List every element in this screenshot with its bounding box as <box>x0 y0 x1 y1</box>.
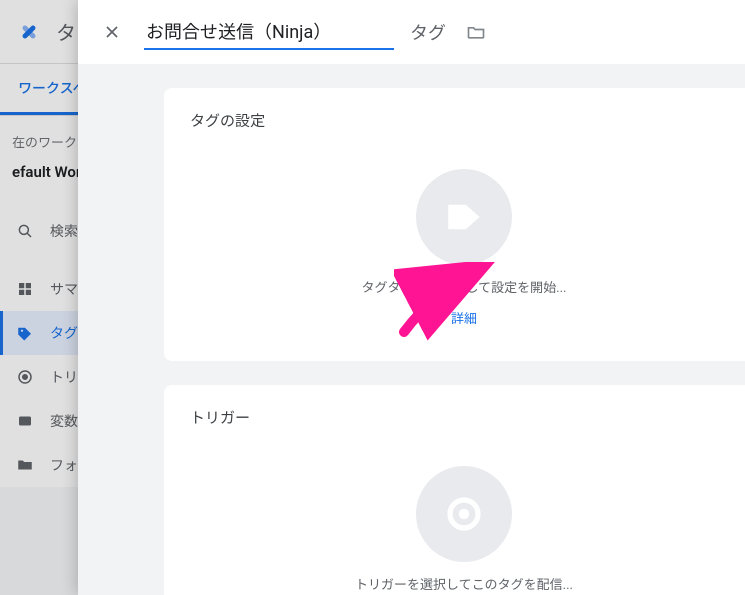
folder-outline-icon <box>466 22 486 42</box>
trigger-placeholder-circle <box>416 466 512 562</box>
variable-icon <box>16 412 34 430</box>
folder-select-button[interactable] <box>466 22 486 42</box>
tag-type-selector[interactable]: タグタイプを選択して設定を開始... 詳細 <box>190 159 738 333</box>
tag-name-input[interactable] <box>144 15 394 50</box>
trigger-selector[interactable]: トリガーを選択してこのタグを配信... <box>190 456 738 595</box>
bg-title: タ <box>56 17 76 46</box>
panel-body: タグの設定 タグタイプを選択して設定を開始... 詳細 トリガー トリガーを選択… <box>78 64 745 595</box>
breadcrumb: タグ <box>408 19 448 45</box>
tag-config-card: タグの設定 タグタイプを選択して設定を開始... 詳細 <box>164 88 745 361</box>
bg-nav-label: タグ <box>50 323 78 343</box>
tag-placeholder-circle <box>416 169 512 265</box>
bg-nav-label: 変数 <box>50 411 78 431</box>
tag-editor-panel: タグ タグの設定 タグタイプを選択して設定を開始... 詳細 トリガー トリガー… <box>78 0 745 595</box>
tag-icon <box>16 324 34 342</box>
tag-large-icon <box>443 196 485 238</box>
search-icon <box>16 222 34 240</box>
panel-header: タグ <box>78 0 745 64</box>
tag-learn-more-link[interactable]: 詳細 <box>451 308 477 327</box>
close-button[interactable] <box>94 14 130 50</box>
trigger-card: トリガー トリガーを選択してこのタグを配信... <box>164 385 745 595</box>
dashboard-icon <box>16 280 34 298</box>
trigger-large-icon <box>443 493 485 535</box>
close-icon <box>102 22 122 42</box>
trigger-placeholder-text: トリガーを選択してこのタグを配信... <box>355 574 573 593</box>
trigger-card-title: トリガー <box>190 407 738 428</box>
trigger-icon <box>16 368 34 386</box>
bg-nav-label: 検索 <box>50 221 78 241</box>
tag-config-title: タグの設定 <box>190 110 738 131</box>
gtm-logo-icon <box>16 19 42 45</box>
folder-icon <box>16 456 34 474</box>
tag-placeholder-text: タグタイプを選択して設定を開始... <box>362 277 567 296</box>
